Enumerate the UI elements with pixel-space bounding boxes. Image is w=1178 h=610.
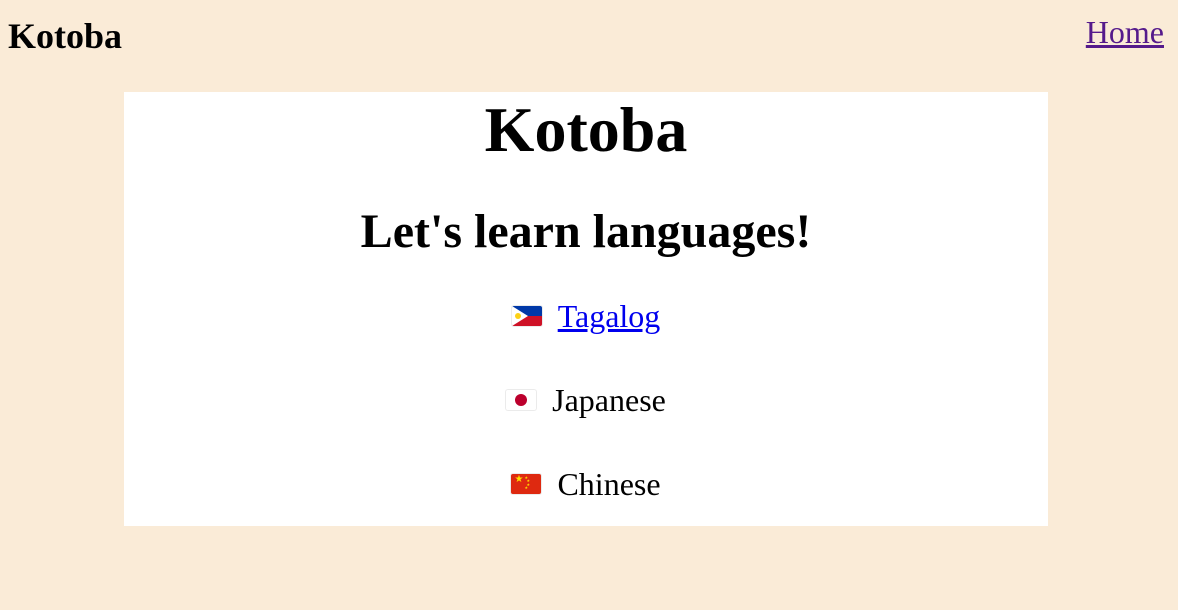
philippines-flag-icon	[511, 306, 542, 326]
language-item-japanese: Japanese	[124, 380, 1048, 420]
language-label-chinese: Chinese	[557, 466, 661, 502]
site-brand: Kotoba	[8, 16, 123, 56]
language-item-tagalog: Tagalog	[124, 296, 1048, 336]
language-link-tagalog[interactable]: Tagalog	[558, 296, 661, 336]
page-title: Kotoba	[484, 94, 688, 165]
china-flag-icon: ★ ★ ★ ★ ★	[511, 474, 542, 494]
language-label-japanese: Japanese	[552, 382, 666, 418]
home-link[interactable]: Home	[1086, 12, 1164, 52]
top-bar: Kotoba Home	[0, 0, 1178, 80]
main-card: Kotoba Let's learn languages! Tagalog Ja…	[124, 92, 1048, 526]
page-subtitle: Let's learn languages!	[360, 205, 812, 258]
language-list: Tagalog Japanese ★ ★ ★ ★ ★ Chinese	[124, 296, 1048, 504]
japan-flag-icon	[506, 390, 537, 410]
language-item-chinese: ★ ★ ★ ★ ★ Chinese	[124, 464, 1048, 504]
